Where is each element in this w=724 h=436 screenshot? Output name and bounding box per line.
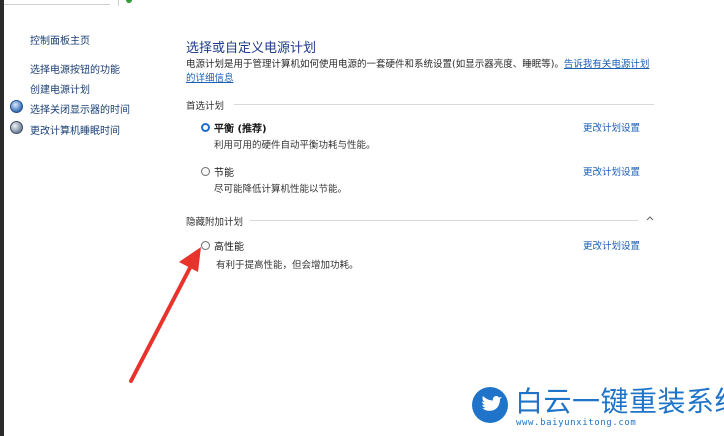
main-content: 选择或自定义电源计划 电源计划是用于管理计算机如何使用电源的一套硬件和系统设置(…	[186, 0, 656, 436]
sidebar-item-sleep-time[interactable]: 更改计算机睡眠时间	[30, 122, 120, 137]
preferred-plans-heading: 首选计划	[186, 101, 225, 112]
plan-name-balanced[interactable]: 平衡 (推荐)	[214, 120, 267, 135]
sidebar-item-power-button-function[interactable]: 选择电源按钮的功能	[30, 61, 120, 76]
hidden-plans-heading[interactable]: 隐藏附加计划	[186, 214, 243, 228]
watermark-title: 白云一键重装系统	[515, 385, 724, 418]
section-divider	[234, 104, 654, 105]
watermark: 白云一键重装系统 www.baiyunxitong.com	[468, 382, 724, 436]
page-title: 选择或自定义电源计划	[186, 41, 317, 56]
plan-radio-balanced[interactable]	[201, 123, 210, 132]
moon-icon	[10, 121, 23, 134]
page-description: 电源计划是用于管理计算机如何使用电源的一套硬件和系统设置(如显示器亮度、睡眠等)…	[186, 58, 654, 86]
description-text: 电源计划是用于管理计算机如何使用电源的一套硬件和系统设置(如显示器亮度、睡眠等)…	[186, 59, 564, 70]
chevron-up-icon[interactable]	[645, 213, 655, 223]
change-plan-settings-link-balanced[interactable]: 更改计划设置	[583, 120, 640, 134]
change-plan-settings-link-high-performance[interactable]: 更改计划设置	[583, 238, 640, 252]
sidebar: 控制面板主页 选择电源按钮的功能 创建电源计划 选择关闭显示器的时间 更改计算机…	[0, 0, 170, 436]
plan-radio-power-saver[interactable]	[201, 167, 210, 176]
plan-description-balanced: 利用可用的硬件自动平衡功耗与性能。	[214, 140, 376, 151]
change-plan-settings-link-power-saver[interactable]: 更改计划设置	[583, 164, 640, 178]
monitor-icon	[10, 100, 23, 113]
watermark-url: www.baiyunxitong.com	[516, 418, 637, 428]
sidebar-item-create-power-plan[interactable]: 创建电源计划	[30, 81, 90, 96]
plan-description-power-saver: 尽可能降低计算机性能以节能。	[214, 184, 348, 195]
plan-description-high-performance: 有利于提高性能，但会增加功耗。	[216, 260, 359, 271]
sidebar-item-display-off-time[interactable]: 选择关闭显示器的时间	[30, 101, 130, 116]
section-divider	[250, 220, 638, 221]
plan-name-high-performance[interactable]: 高性能	[214, 238, 244, 253]
plan-name-power-saver[interactable]: 节能	[214, 164, 234, 179]
bird-logo-icon	[472, 387, 508, 423]
sidebar-item-control-panel-home[interactable]: 控制面板主页	[30, 32, 90, 47]
plan-radio-high-performance[interactable]	[201, 241, 210, 250]
